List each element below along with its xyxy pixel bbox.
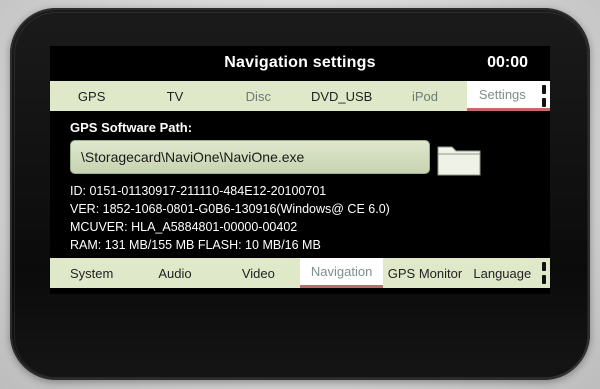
tab-language[interactable]: Language [467, 258, 550, 288]
tab-gps[interactable]: GPS [50, 81, 133, 111]
gps-path-field[interactable]: \Storagecard\NaviOne\NaviOne.exe [70, 140, 430, 174]
tab-label: System [69, 265, 114, 281]
scroll-indicator-icon[interactable] [540, 262, 548, 284]
tab-gps-monitor[interactable]: GPS Monitor [383, 258, 466, 288]
tab-label: Language [473, 265, 532, 281]
tab-label: iPod [411, 88, 438, 104]
tab-disc[interactable]: Disc [217, 81, 300, 111]
settings-tab-bar: System Audio Video Navigation GPS Monito… [50, 258, 550, 288]
tab-audio[interactable]: Audio [133, 258, 216, 288]
memory-info: RAM: 131 MB/155 MB FLASH: 10 MB/16 MB [70, 238, 321, 252]
device-id: ID: 0151-01130917-211110-484E12-20100701 [70, 184, 327, 198]
tab-label: Navigation [310, 264, 373, 279]
gps-settings-panel: GPS Software Path: \Storagecard\NaviOne\… [50, 114, 550, 256]
clock: 00:00 [487, 54, 528, 71]
tab-label: Disc [245, 88, 271, 104]
device-frame: Navigation settings 00:00 GPS TV Disc DV… [0, 0, 600, 389]
display-screen: Navigation settings 00:00 GPS TV Disc DV… [50, 46, 550, 294]
tab-settings[interactable]: Settings [466, 81, 550, 111]
tab-label: DVD_USB [310, 88, 373, 104]
tab-tv[interactable]: TV [133, 81, 216, 111]
tab-label: GPS [77, 88, 106, 104]
source-tab-bar: GPS TV Disc DVD_USB iPod Settings [50, 81, 550, 111]
scroll-indicator-icon[interactable] [540, 85, 548, 107]
folder-icon [437, 146, 481, 176]
tab-navigation[interactable]: Navigation [299, 258, 384, 288]
title-bar: Navigation settings 00:00 [50, 46, 550, 80]
browse-folder-button[interactable] [436, 141, 482, 177]
tab-video[interactable]: Video [217, 258, 300, 288]
tab-label: Video [241, 265, 275, 281]
gps-path-value: \Storagecard\NaviOne\NaviOne.exe [81, 149, 305, 165]
tab-ipod[interactable]: iPod [383, 81, 466, 111]
mcu-version: MCUVER: HLA_A5884801-00000-00402 [70, 220, 298, 234]
tab-label: TV [166, 88, 184, 104]
tab-label: Audio [158, 265, 192, 281]
gps-path-label: GPS Software Path: [70, 120, 193, 135]
tab-dvd-usb[interactable]: DVD_USB [300, 81, 383, 111]
software-version: VER: 1852-1068-0801-G0B6-130916(Windows@… [70, 202, 390, 216]
page-title: Navigation settings [224, 54, 376, 71]
tab-system[interactable]: System [50, 258, 133, 288]
tab-label: GPS Monitor [387, 265, 463, 281]
tab-label: Settings [478, 87, 526, 102]
